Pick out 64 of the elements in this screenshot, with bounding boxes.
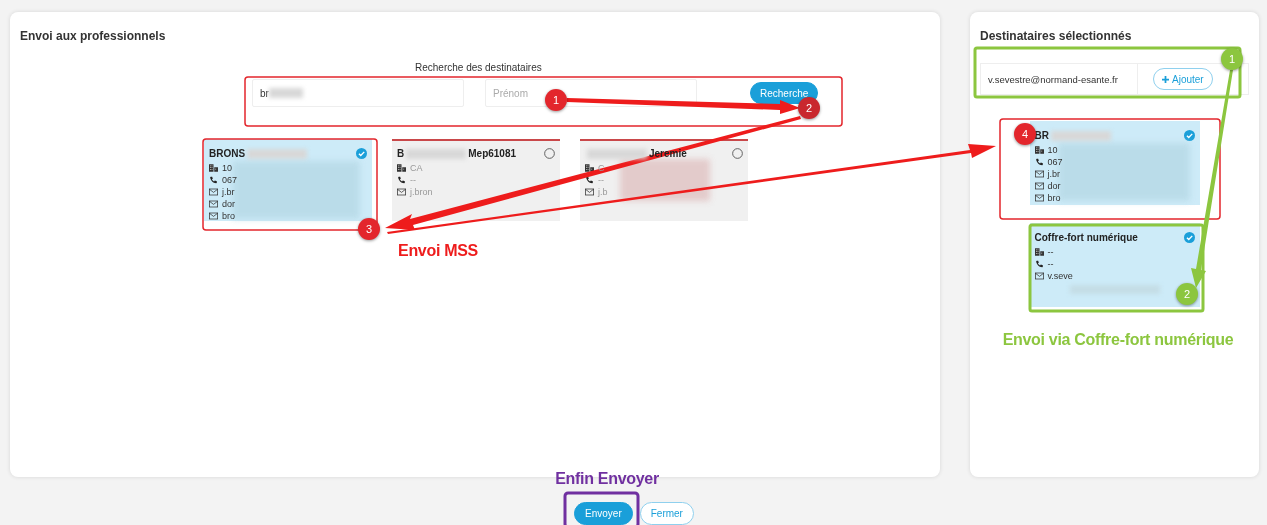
detail-text: dor	[1047, 181, 1061, 191]
radio-icon	[732, 148, 743, 159]
detail-text: j.br	[1047, 169, 1060, 179]
building-icon	[209, 164, 218, 172]
recipient-name: B	[397, 148, 405, 159]
detail-text: bro	[1047, 193, 1061, 203]
panel-title: Destinataires sélectionnés	[980, 29, 1133, 43]
annotation-caption: Envoi MSS	[398, 242, 478, 260]
detail-text: v.seve	[1047, 271, 1073, 281]
phone-icon	[585, 176, 594, 184]
envelope-icon	[1034, 194, 1044, 202]
detail-text: --	[1047, 247, 1054, 257]
recipient-card[interactable]: BR 10 067 j.br dor bro	[1029, 121, 1200, 205]
building-icon	[1034, 248, 1044, 256]
envelope-icon	[209, 188, 218, 196]
check-icon	[1183, 130, 1195, 141]
email-input[interactable]: v.sevestre@normand-esante.fr	[981, 73, 1137, 85]
building-icon	[397, 164, 406, 172]
panel-title: Envoi aux professionnels	[20, 29, 167, 43]
detail-text: --	[410, 175, 416, 185]
recipient-name: Coffre-fort numérique	[1034, 232, 1138, 243]
detail-text: CA	[410, 163, 423, 173]
detail-text: j.b	[598, 187, 608, 197]
annotation-caption: Enfin Envoyer	[555, 470, 659, 488]
phone-icon	[1034, 260, 1044, 268]
redaction-blur	[247, 148, 308, 159]
envelope-icon	[585, 188, 594, 196]
envelope-icon	[397, 188, 406, 196]
redaction-blur	[1050, 130, 1111, 141]
detail-text: j.br	[222, 187, 235, 197]
envelope-icon	[1034, 170, 1044, 178]
phone-icon	[209, 176, 218, 184]
building-icon	[585, 164, 594, 172]
redaction-blur	[268, 88, 303, 98]
building-icon	[1034, 146, 1044, 154]
detail-text: C	[598, 163, 605, 173]
recipient-name: BRONS	[209, 148, 246, 159]
annotation-caption: Envoi via Coffre-fort numérique	[1002, 331, 1234, 349]
name-field[interactable]: br	[252, 79, 464, 107]
detail-text: --	[598, 175, 604, 185]
check-icon	[356, 148, 367, 159]
envelope-icon	[209, 200, 218, 208]
envelope-icon	[1034, 272, 1044, 280]
recipient-card[interactable]: B Mep61081 CA -- j.bron	[392, 139, 560, 221]
envelope-icon	[209, 212, 218, 220]
envelope-icon	[1034, 182, 1044, 190]
phone-icon	[397, 176, 406, 184]
radio-icon	[544, 148, 555, 159]
detail-text: --	[1047, 259, 1054, 269]
detail-text: bro	[222, 211, 235, 221]
phone-icon	[1034, 158, 1044, 166]
detail-text: 10	[1047, 145, 1058, 155]
recipient-name: BR	[1034, 130, 1049, 141]
detail-text: 10	[222, 163, 232, 173]
plus-icon	[1162, 75, 1169, 83]
detail-text: 067	[1047, 157, 1063, 167]
search-label: Recherche des destinataires	[415, 62, 542, 73]
check-icon	[1183, 232, 1195, 243]
detail-text: dor	[222, 199, 235, 209]
detail-text: j.bron	[410, 187, 433, 197]
recipient-card[interactable]: BRONS 10 067 j.br dor bro	[204, 139, 372, 221]
detail-text: 067	[222, 175, 238, 185]
recipient-name: Mep61081	[468, 148, 517, 159]
email-field[interactable]: v.sevestre@normand-esante.fr	[981, 64, 1138, 94]
